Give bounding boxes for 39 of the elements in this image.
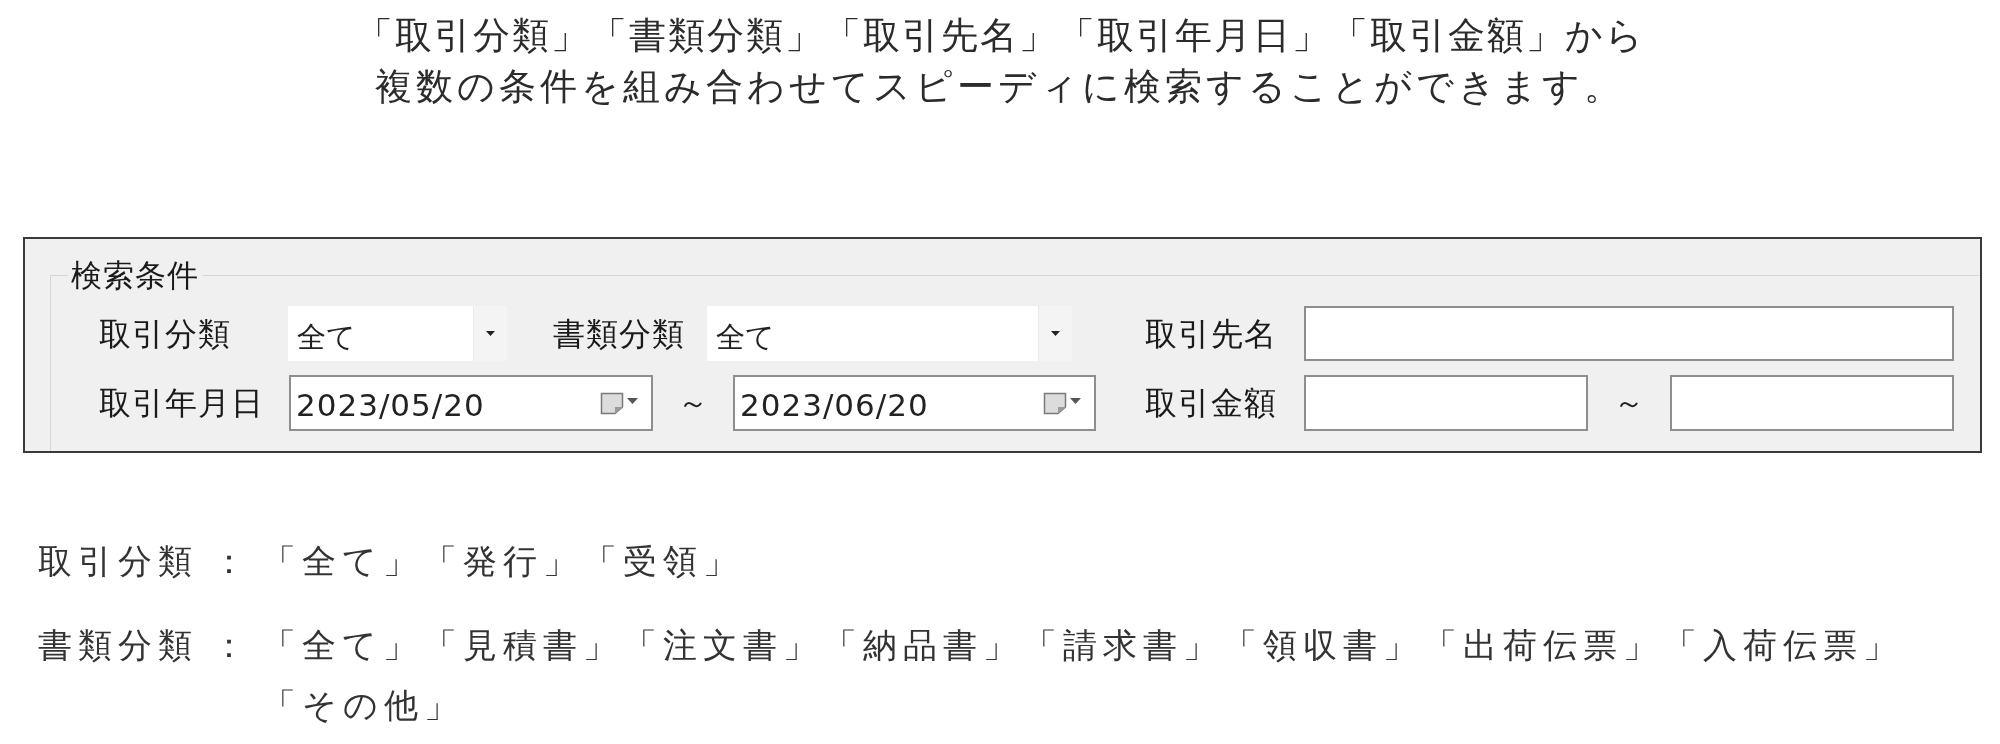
option-text: 「見積書」 [423,624,623,667]
date-field[interactable]: 2023/05/20 [289,375,653,431]
combo-box[interactable]: 全て [288,306,507,361]
option-text: 「全て」 [262,540,423,583]
caret-icon[interactable] [1051,331,1060,336]
field-label: 取引先名 [1145,317,1277,350]
option-text: 「出荷伝票」 [1423,624,1663,667]
intro-text: 複数の条件を組み合わせてスピーディに検索することができます。 [375,64,1625,110]
option-text: 「発行」 [423,540,583,583]
calendar-icon[interactable] [1043,391,1067,415]
caret-icon[interactable] [1070,397,1081,404]
input-field[interactable] [1304,306,1954,361]
input-field[interactable] [1670,375,1954,431]
colon-text: ： [212,625,252,665]
category-label: 書類分類 [38,625,198,665]
option-text: 「納品書」 [823,624,1023,667]
field-label: 取引金額 [1145,387,1277,419]
category-label: 取引分類 [38,541,198,581]
caret-icon[interactable] [627,397,638,404]
field-label: 取引年月日 [99,387,264,419]
option-text: 「請求書」 [1023,624,1223,667]
combo-box[interactable]: 全て [707,306,1072,361]
caret-icon[interactable] [486,331,495,336]
input-field[interactable] [1304,375,1588,431]
group-title: 検索条件 [70,260,200,291]
option-text: 「全て」 [262,624,423,667]
option-text: 「受領」 [583,540,743,583]
option-text: 「注文書」 [623,624,823,667]
colon-text: ： [212,541,252,581]
intro-text: 「取引分類」「書類分類」「取引先名」「取引年月日」「取引金額」から [355,13,1645,59]
option-text: 「入荷伝票」 [1663,624,1903,667]
option-text: 「領収書」 [1223,624,1423,667]
calendar-icon[interactable] [600,391,624,415]
field-label: 取引分類 [99,317,231,350]
option-text: 「その他」 [262,684,464,727]
range-separator: ～ [1614,388,1644,418]
range-separator: ～ [678,388,708,418]
date-field[interactable]: 2023/06/20 [733,375,1096,431]
field-label: 書類分類 [553,317,685,350]
